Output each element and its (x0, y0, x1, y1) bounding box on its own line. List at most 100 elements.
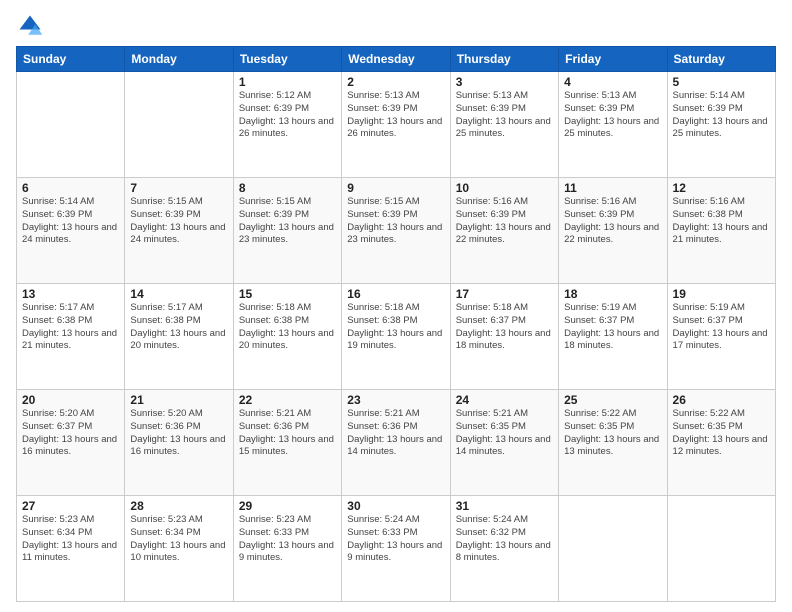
weekday-header-friday: Friday (559, 47, 667, 72)
day-cell: 23Sunrise: 5:21 AM Sunset: 6:36 PM Dayli… (342, 390, 450, 496)
week-row-1: 1Sunrise: 5:12 AM Sunset: 6:39 PM Daylig… (17, 72, 776, 178)
day-cell (125, 72, 233, 178)
day-cell (17, 72, 125, 178)
day-info: Sunrise: 5:18 AM Sunset: 6:38 PM Dayligh… (347, 302, 444, 353)
header (16, 12, 776, 40)
day-info: Sunrise: 5:23 AM Sunset: 6:33 PM Dayligh… (239, 514, 336, 565)
day-number: 15 (239, 287, 336, 301)
day-number: 6 (22, 181, 119, 195)
day-cell: 3Sunrise: 5:13 AM Sunset: 6:39 PM Daylig… (450, 72, 558, 178)
day-info: Sunrise: 5:24 AM Sunset: 6:32 PM Dayligh… (456, 514, 553, 565)
day-info: Sunrise: 5:14 AM Sunset: 6:39 PM Dayligh… (22, 196, 119, 247)
day-number: 10 (456, 181, 553, 195)
day-number: 3 (456, 75, 553, 89)
day-cell: 21Sunrise: 5:20 AM Sunset: 6:36 PM Dayli… (125, 390, 233, 496)
day-number: 19 (673, 287, 770, 301)
day-cell: 20Sunrise: 5:20 AM Sunset: 6:37 PM Dayli… (17, 390, 125, 496)
weekday-row: SundayMondayTuesdayWednesdayThursdayFrid… (17, 47, 776, 72)
week-row-4: 20Sunrise: 5:20 AM Sunset: 6:37 PM Dayli… (17, 390, 776, 496)
day-cell: 4Sunrise: 5:13 AM Sunset: 6:39 PM Daylig… (559, 72, 667, 178)
day-cell: 8Sunrise: 5:15 AM Sunset: 6:39 PM Daylig… (233, 178, 341, 284)
day-number: 27 (22, 499, 119, 513)
day-number: 9 (347, 181, 444, 195)
day-info: Sunrise: 5:19 AM Sunset: 6:37 PM Dayligh… (673, 302, 770, 353)
day-cell: 5Sunrise: 5:14 AM Sunset: 6:39 PM Daylig… (667, 72, 775, 178)
day-number: 12 (673, 181, 770, 195)
day-cell: 12Sunrise: 5:16 AM Sunset: 6:38 PM Dayli… (667, 178, 775, 284)
day-info: Sunrise: 5:14 AM Sunset: 6:39 PM Dayligh… (673, 90, 770, 141)
day-info: Sunrise: 5:16 AM Sunset: 6:38 PM Dayligh… (673, 196, 770, 247)
day-info: Sunrise: 5:16 AM Sunset: 6:39 PM Dayligh… (456, 196, 553, 247)
day-cell: 2Sunrise: 5:13 AM Sunset: 6:39 PM Daylig… (342, 72, 450, 178)
day-info: Sunrise: 5:15 AM Sunset: 6:39 PM Dayligh… (239, 196, 336, 247)
day-info: Sunrise: 5:13 AM Sunset: 6:39 PM Dayligh… (347, 90, 444, 141)
day-cell: 11Sunrise: 5:16 AM Sunset: 6:39 PM Dayli… (559, 178, 667, 284)
day-info: Sunrise: 5:17 AM Sunset: 6:38 PM Dayligh… (130, 302, 227, 353)
day-cell: 22Sunrise: 5:21 AM Sunset: 6:36 PM Dayli… (233, 390, 341, 496)
day-number: 20 (22, 393, 119, 407)
day-cell: 9Sunrise: 5:15 AM Sunset: 6:39 PM Daylig… (342, 178, 450, 284)
day-cell: 7Sunrise: 5:15 AM Sunset: 6:39 PM Daylig… (125, 178, 233, 284)
day-info: Sunrise: 5:18 AM Sunset: 6:37 PM Dayligh… (456, 302, 553, 353)
day-cell: 17Sunrise: 5:18 AM Sunset: 6:37 PM Dayli… (450, 284, 558, 390)
day-cell: 16Sunrise: 5:18 AM Sunset: 6:38 PM Dayli… (342, 284, 450, 390)
day-number: 22 (239, 393, 336, 407)
day-info: Sunrise: 5:22 AM Sunset: 6:35 PM Dayligh… (673, 408, 770, 459)
day-number: 29 (239, 499, 336, 513)
day-number: 1 (239, 75, 336, 89)
calendar-header: SundayMondayTuesdayWednesdayThursdayFrid… (17, 47, 776, 72)
day-info: Sunrise: 5:19 AM Sunset: 6:37 PM Dayligh… (564, 302, 661, 353)
day-info: Sunrise: 5:21 AM Sunset: 6:35 PM Dayligh… (456, 408, 553, 459)
day-number: 21 (130, 393, 227, 407)
calendar-table: SundayMondayTuesdayWednesdayThursdayFrid… (16, 46, 776, 602)
day-cell: 24Sunrise: 5:21 AM Sunset: 6:35 PM Dayli… (450, 390, 558, 496)
day-number: 31 (456, 499, 553, 513)
day-number: 14 (130, 287, 227, 301)
logo-icon (16, 12, 44, 40)
weekday-header-saturday: Saturday (667, 47, 775, 72)
week-row-3: 13Sunrise: 5:17 AM Sunset: 6:38 PM Dayli… (17, 284, 776, 390)
day-info: Sunrise: 5:23 AM Sunset: 6:34 PM Dayligh… (22, 514, 119, 565)
day-number: 26 (673, 393, 770, 407)
day-info: Sunrise: 5:21 AM Sunset: 6:36 PM Dayligh… (347, 408, 444, 459)
day-info: Sunrise: 5:15 AM Sunset: 6:39 PM Dayligh… (130, 196, 227, 247)
day-number: 24 (456, 393, 553, 407)
day-cell: 6Sunrise: 5:14 AM Sunset: 6:39 PM Daylig… (17, 178, 125, 284)
day-number: 17 (456, 287, 553, 301)
day-cell: 25Sunrise: 5:22 AM Sunset: 6:35 PM Dayli… (559, 390, 667, 496)
weekday-header-monday: Monday (125, 47, 233, 72)
day-cell: 31Sunrise: 5:24 AM Sunset: 6:32 PM Dayli… (450, 496, 558, 602)
day-number: 4 (564, 75, 661, 89)
day-info: Sunrise: 5:20 AM Sunset: 6:37 PM Dayligh… (22, 408, 119, 459)
day-number: 28 (130, 499, 227, 513)
day-info: Sunrise: 5:17 AM Sunset: 6:38 PM Dayligh… (22, 302, 119, 353)
day-number: 23 (347, 393, 444, 407)
day-info: Sunrise: 5:15 AM Sunset: 6:39 PM Dayligh… (347, 196, 444, 247)
day-number: 16 (347, 287, 444, 301)
day-info: Sunrise: 5:13 AM Sunset: 6:39 PM Dayligh… (456, 90, 553, 141)
day-cell: 27Sunrise: 5:23 AM Sunset: 6:34 PM Dayli… (17, 496, 125, 602)
day-number: 5 (673, 75, 770, 89)
day-number: 18 (564, 287, 661, 301)
day-cell: 18Sunrise: 5:19 AM Sunset: 6:37 PM Dayli… (559, 284, 667, 390)
day-number: 11 (564, 181, 661, 195)
day-number: 8 (239, 181, 336, 195)
day-info: Sunrise: 5:20 AM Sunset: 6:36 PM Dayligh… (130, 408, 227, 459)
day-cell: 14Sunrise: 5:17 AM Sunset: 6:38 PM Dayli… (125, 284, 233, 390)
day-cell: 10Sunrise: 5:16 AM Sunset: 6:39 PM Dayli… (450, 178, 558, 284)
day-cell: 26Sunrise: 5:22 AM Sunset: 6:35 PM Dayli… (667, 390, 775, 496)
day-cell: 28Sunrise: 5:23 AM Sunset: 6:34 PM Dayli… (125, 496, 233, 602)
weekday-header-wednesday: Wednesday (342, 47, 450, 72)
day-info: Sunrise: 5:18 AM Sunset: 6:38 PM Dayligh… (239, 302, 336, 353)
logo (16, 12, 48, 40)
week-row-5: 27Sunrise: 5:23 AM Sunset: 6:34 PM Dayli… (17, 496, 776, 602)
day-info: Sunrise: 5:24 AM Sunset: 6:33 PM Dayligh… (347, 514, 444, 565)
weekday-header-tuesday: Tuesday (233, 47, 341, 72)
day-info: Sunrise: 5:22 AM Sunset: 6:35 PM Dayligh… (564, 408, 661, 459)
weekday-header-thursday: Thursday (450, 47, 558, 72)
day-cell: 30Sunrise: 5:24 AM Sunset: 6:33 PM Dayli… (342, 496, 450, 602)
day-cell: 15Sunrise: 5:18 AM Sunset: 6:38 PM Dayli… (233, 284, 341, 390)
day-info: Sunrise: 5:16 AM Sunset: 6:39 PM Dayligh… (564, 196, 661, 247)
day-info: Sunrise: 5:13 AM Sunset: 6:39 PM Dayligh… (564, 90, 661, 141)
week-row-2: 6Sunrise: 5:14 AM Sunset: 6:39 PM Daylig… (17, 178, 776, 284)
